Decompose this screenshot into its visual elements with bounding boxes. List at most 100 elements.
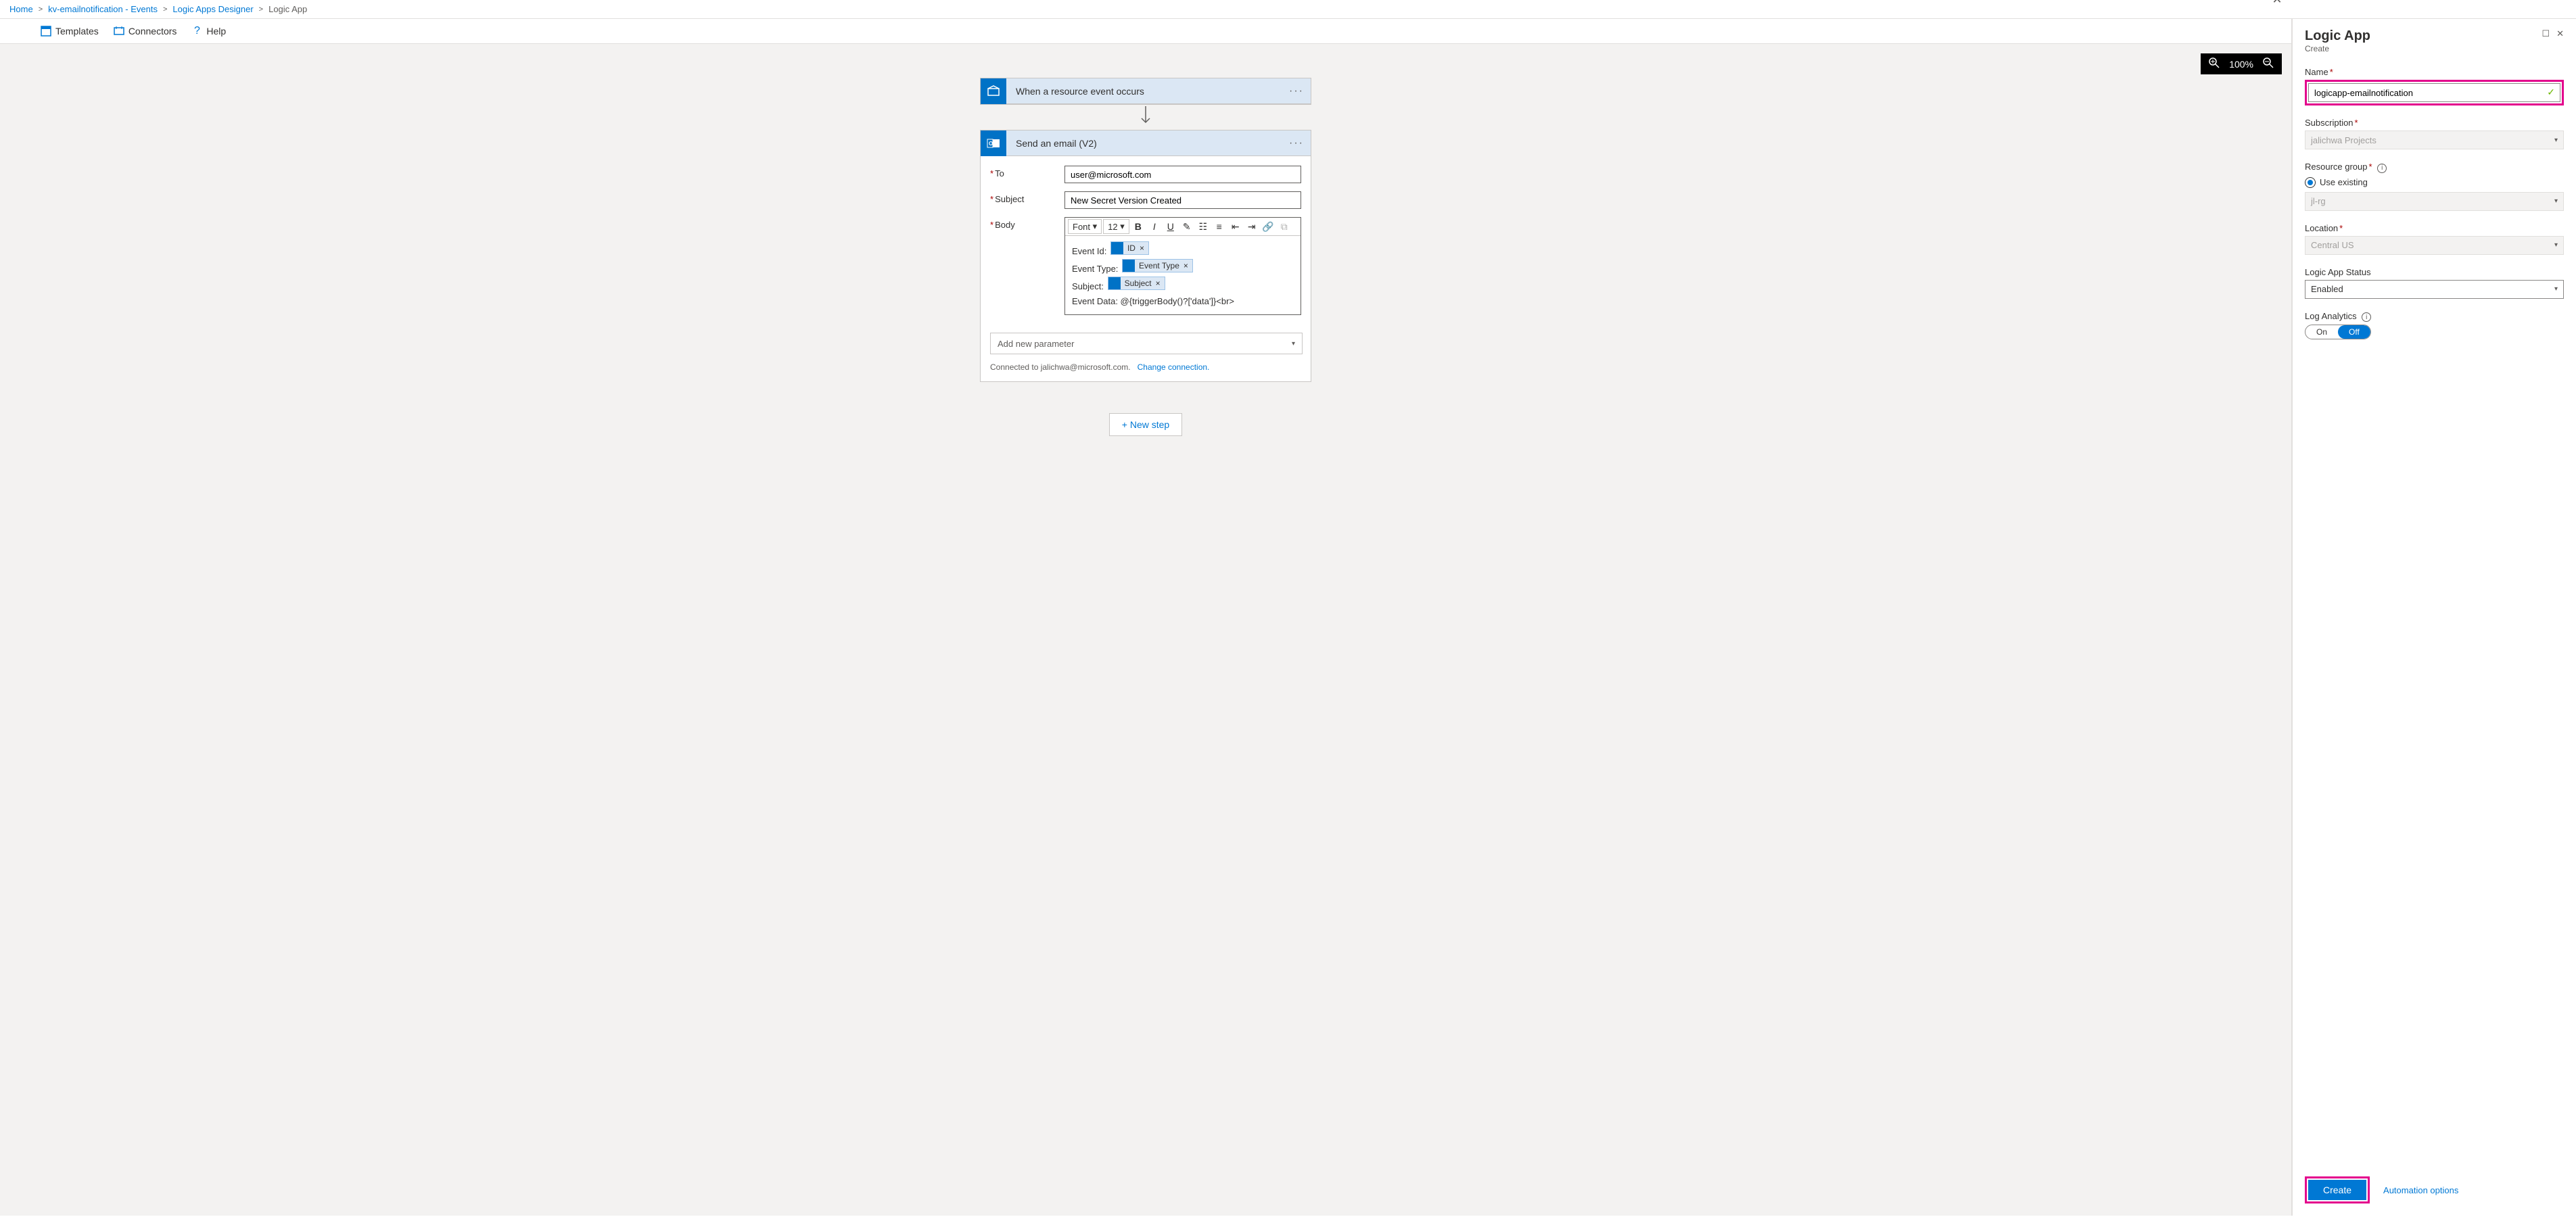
- add-parameter-label: Add new parameter: [998, 339, 1074, 349]
- body-label: Body: [995, 220, 1015, 230]
- info-icon[interactable]: i: [2362, 312, 2371, 322]
- underline-icon[interactable]: U: [1163, 219, 1178, 234]
- help-label: Help: [206, 26, 226, 37]
- body-line-eventid: Event Id:: [1072, 246, 1106, 256]
- valid-check-icon: ✓: [2547, 87, 2555, 98]
- card-menu-icon[interactable]: ···: [1289, 137, 1304, 149]
- resource-group-value: jl-rg: [2311, 196, 2326, 206]
- connectors-button[interactable]: Connectors: [114, 26, 177, 37]
- zoom-in-icon[interactable]: [2209, 57, 2220, 70]
- zoom-out-icon[interactable]: [2263, 57, 2274, 70]
- editor-toolbar: Font ▾ 12 ▾ B I U ✎ ☷ ≡ ⇤: [1065, 218, 1301, 236]
- connectors-icon: [114, 26, 124, 37]
- trigger-title: When a resource event occurs: [1016, 86, 1289, 97]
- name-label: Name: [2305, 67, 2328, 77]
- token-id[interactable]: ID×: [1110, 241, 1149, 255]
- new-step-button[interactable]: + New step: [1109, 413, 1182, 436]
- indent-icon[interactable]: ⇥: [1244, 219, 1259, 234]
- pane-title: Logic App: [2305, 28, 2542, 44]
- use-existing-radio[interactable]: Use existing: [2305, 177, 2564, 188]
- log-analytics-label: Log Analytics: [2305, 311, 2357, 321]
- templates-button[interactable]: Templates: [41, 26, 99, 37]
- connected-to-text: Connected to jalichwa@microsoft.com.: [990, 362, 1131, 372]
- chevron-right-icon: >: [39, 5, 43, 14]
- bullets-icon[interactable]: ☷: [1196, 219, 1211, 234]
- code-icon[interactable]: ⧉: [1277, 219, 1292, 234]
- status-label: Logic App Status: [2305, 267, 2564, 277]
- token-event-type[interactable]: Event Type×: [1122, 259, 1193, 272]
- location-label: Location: [2305, 223, 2338, 233]
- breadcrumb-home[interactable]: Home: [9, 4, 33, 14]
- resource-group-select[interactable]: jl-rg ▾: [2305, 192, 2564, 211]
- remove-token-icon: ×: [1140, 241, 1144, 256]
- bold-icon[interactable]: B: [1131, 219, 1146, 234]
- zoom-value: 100%: [2229, 59, 2253, 70]
- pane-subtitle: Create: [2305, 44, 2542, 53]
- name-input[interactable]: [2308, 83, 2560, 102]
- subject-label: Subject: [995, 194, 1024, 204]
- subscription-label: Subscription: [2305, 118, 2353, 128]
- breadcrumb: Home > kv-emailnotification - Events > L…: [0, 0, 2576, 19]
- radio-dot-icon: [2305, 177, 2316, 188]
- card-menu-icon[interactable]: ···: [1289, 85, 1304, 97]
- send-email-header[interactable]: O Send an email (V2) ···: [981, 130, 1311, 156]
- send-email-card: O Send an email (V2) ··· *To *Subject: [980, 130, 1311, 382]
- body-line-subject: Subject:: [1072, 281, 1104, 291]
- templates-icon: [41, 26, 51, 37]
- body-editor: Font ▾ 12 ▾ B I U ✎ ☷ ≡ ⇤: [1064, 217, 1301, 315]
- automation-options-link[interactable]: Automation options: [2383, 1185, 2458, 1195]
- link-icon[interactable]: 🔗: [1261, 219, 1275, 234]
- body-line-eventtype: Event Type:: [1072, 264, 1118, 274]
- close-icon[interactable]: ✕: [2271, 0, 2283, 5]
- create-pane: Logic App Create ☐ ✕ Name* ✓ Subscriptio…: [2292, 19, 2576, 1216]
- font-select[interactable]: Font ▾: [1068, 219, 1102, 234]
- status-select[interactable]: Enabled ▾: [2305, 280, 2564, 299]
- breadcrumb-designer[interactable]: Logic Apps Designer: [172, 4, 253, 14]
- body-line-eventdata: Event Data: @{triggerBody()?['data']}<br…: [1072, 294, 1294, 309]
- location-select[interactable]: Central US ▾: [2305, 236, 2564, 255]
- send-email-title: Send an email (V2): [1016, 138, 1289, 149]
- toggle-on-label: On: [2305, 325, 2338, 339]
- location-value: Central US: [2311, 240, 2354, 250]
- change-connection-link[interactable]: Change connection.: [1138, 362, 1210, 372]
- restore-icon[interactable]: ☐: [2542, 28, 2550, 39]
- trigger-card[interactable]: When a resource event occurs ···: [980, 78, 1311, 105]
- subscription-select[interactable]: jalichwa Projects ▾: [2305, 130, 2564, 149]
- numbered-icon[interactable]: ≡: [1212, 219, 1227, 234]
- command-bar: Templates Connectors ? Help: [0, 19, 2291, 44]
- to-input[interactable]: [1064, 166, 1301, 183]
- create-button[interactable]: Create: [2308, 1180, 2366, 1200]
- resource-group-label: Resource group: [2305, 162, 2368, 172]
- zoom-control: 100%: [2201, 53, 2282, 74]
- arrow-down-icon: [1139, 106, 1152, 128]
- chevron-down-icon: ▾: [2554, 137, 2558, 144]
- designer-canvas: 100% When a resource event occurs ···: [0, 44, 2291, 1216]
- size-select[interactable]: 12 ▾: [1103, 219, 1129, 234]
- chevron-down-icon: ▾: [2554, 197, 2558, 205]
- eventgrid-icon: [981, 78, 1006, 104]
- help-button[interactable]: ? Help: [191, 26, 226, 37]
- body-content[interactable]: Event Id: ID× Event Type: Event Type×: [1065, 236, 1301, 314]
- add-parameter-select[interactable]: Add new parameter ▾: [990, 333, 1303, 354]
- subscription-value: jalichwa Projects: [2311, 135, 2376, 145]
- subject-input[interactable]: [1064, 191, 1301, 209]
- chevron-right-icon: >: [259, 5, 263, 14]
- breadcrumb-kv-events[interactable]: kv-emailnotification - Events: [48, 4, 158, 14]
- use-existing-label: Use existing: [2320, 177, 2368, 187]
- outdent-icon[interactable]: ⇤: [1228, 219, 1243, 234]
- chevron-right-icon: >: [163, 5, 167, 14]
- connectors-label: Connectors: [128, 26, 177, 37]
- chevron-down-icon: ▾: [2554, 241, 2558, 249]
- close-icon[interactable]: ✕: [2556, 28, 2564, 39]
- svg-text:O: O: [989, 141, 993, 147]
- chevron-down-icon: ▾: [2554, 285, 2558, 293]
- designer-main: ✕ Templates Connectors ? Help: [0, 19, 2292, 1216]
- help-icon: ?: [191, 26, 202, 37]
- templates-label: Templates: [55, 26, 99, 37]
- pencil-icon[interactable]: ✎: [1179, 219, 1194, 234]
- token-subject[interactable]: Subject×: [1108, 277, 1165, 290]
- info-icon[interactable]: i: [2377, 164, 2387, 173]
- log-analytics-toggle[interactable]: On Off: [2305, 325, 2371, 339]
- italic-icon[interactable]: I: [1147, 219, 1162, 234]
- toggle-off-label: Off: [2338, 325, 2370, 339]
